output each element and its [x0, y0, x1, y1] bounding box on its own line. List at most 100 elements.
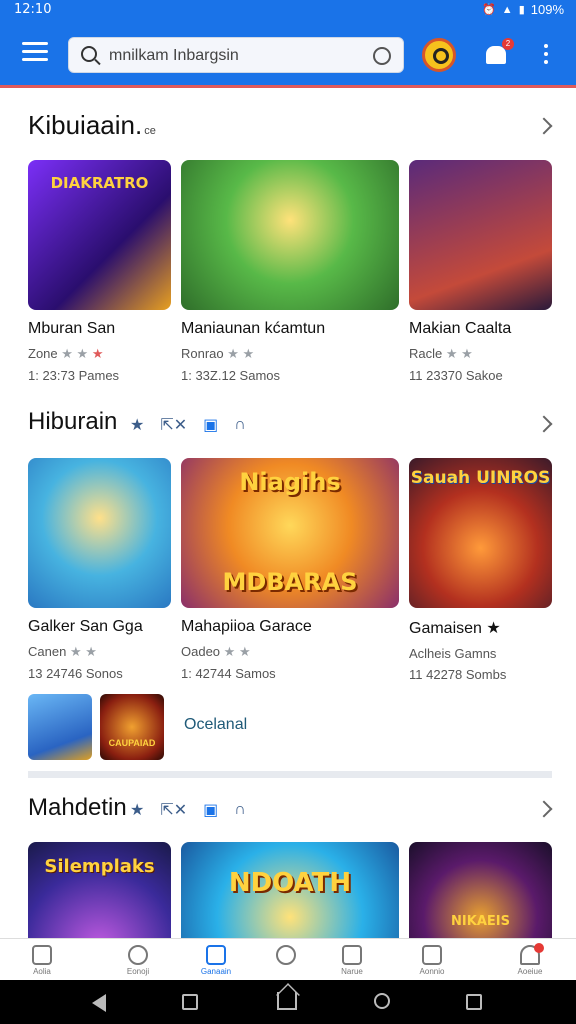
- recents-icon[interactable]: [182, 994, 198, 1010]
- back-icon[interactable]: [92, 994, 106, 1012]
- game-thumbnail: Sauah UINROS: [409, 458, 552, 608]
- game-title: Mburan San: [28, 320, 116, 337]
- game-thumbnail: DIAKRATRO: [28, 160, 171, 310]
- star-icon[interactable]: ★: [130, 800, 144, 820]
- notifications-button[interactable]: 2: [482, 38, 516, 72]
- star-icon: ★: [227, 346, 239, 361]
- nav-label: Aolia: [33, 967, 51, 976]
- game-title: Galker San Gga: [28, 618, 143, 635]
- game-stats: 1: 33Z.12 Samos: [181, 368, 280, 383]
- thumbnail-art-text: Niagihs: [239, 468, 341, 496]
- nav-news[interactable]: Aonnio: [402, 939, 462, 981]
- notification-badge: 2: [502, 38, 514, 50]
- status-bar: 12:10 ⏰ ▲ ▮ 109%: [0, 0, 576, 20]
- game-meta-text: Canen: [28, 644, 67, 659]
- game-meta-text: Ronrao: [181, 346, 224, 361]
- nav-label: Eonoji: [126, 967, 150, 976]
- compass-icon: [128, 945, 148, 965]
- headphones-icon[interactable]: ∩: [234, 801, 246, 819]
- star-icon: ★: [238, 644, 251, 659]
- section-title-1: Kibuiaain. ce: [28, 110, 156, 141]
- nav-label: Aoeiue: [517, 967, 543, 976]
- game-card[interactable]: Sauah UINROS Gamaisen ★ Aclheis Gamns 11…: [409, 458, 552, 682]
- menu-icon[interactable]: [22, 42, 48, 64]
- game-title: Mahapiioa Garace: [181, 618, 312, 635]
- signal-icon: ▮: [518, 4, 525, 16]
- search-bar[interactable]: mnilkam Inbargsin: [68, 37, 404, 73]
- game-meta: Oadeo ★ ★: [181, 644, 399, 660]
- bookmark-icon[interactable]: ▣: [203, 800, 218, 820]
- game-card[interactable]: Silemplaks: [28, 842, 171, 938]
- wifi-icon: ▲: [501, 3, 513, 16]
- nav-label: Aonnio: [419, 967, 445, 976]
- game-card[interactable]: DIAKRATRO Mburan San Zone ★ ★ ★ 1: 23:73…: [28, 160, 171, 383]
- game-stats: 11 42278 Sombs: [409, 667, 507, 682]
- section-filter-icons: ★ ⇱✕ ▣ ∩: [130, 800, 246, 820]
- lens-icon[interactable]: [422, 38, 456, 72]
- nav-chat[interactable]: [256, 939, 316, 981]
- game-thumbnail: NDOATH: [181, 842, 399, 938]
- section-title-3: Mahdetin: [28, 794, 127, 821]
- section-title-text: Kibuiaain.: [28, 110, 143, 140]
- search-icon[interactable]: [374, 993, 390, 1009]
- thumbnail-art-text: NIKAEIS: [451, 914, 510, 929]
- game-thumbnail: [409, 160, 552, 310]
- game-card[interactable]: NIKAEIS: [409, 842, 552, 938]
- game-card[interactable]: Niagihs MDBARAS Mahapiioa Garace Oadeo ★…: [181, 458, 399, 681]
- star-icon: ★: [61, 346, 73, 361]
- nav-home[interactable]: Aolia: [12, 939, 72, 981]
- see-more-link[interactable]: Ocelanal: [184, 716, 247, 734]
- game-card[interactable]: Makian Caalta Racle ★ ★ 11 23370 Sakoe: [409, 160, 552, 383]
- star-icon: ★: [486, 620, 501, 637]
- star-icon: ★: [461, 346, 473, 361]
- nav-explore[interactable]: Eonoji: [108, 939, 168, 981]
- game-meta: Racle ★ ★: [409, 346, 552, 362]
- thumbnail-art-text: Sauah UINROS: [410, 468, 551, 488]
- game-card[interactable]: NDOATH: [181, 842, 399, 938]
- nav-label: Narue: [341, 967, 363, 976]
- app-bar: mnilkam Inbargsin 2: [0, 20, 576, 88]
- share-icon[interactable]: ⇱✕: [160, 800, 187, 820]
- game-card[interactable]: Maniaunan kćamtun Ronrao ★ ★ 1: 33Z.12 S…: [181, 160, 399, 383]
- star-icon[interactable]: ★: [130, 415, 144, 435]
- section-divider: [28, 771, 552, 778]
- game-meta-text: Racle: [409, 346, 443, 361]
- game-meta-text: Zone: [28, 346, 58, 361]
- game-meta: Zone ★ ★ ★: [28, 346, 171, 362]
- mini-game-card[interactable]: CAUPAIAD: [100, 694, 164, 760]
- bookmark-icon[interactable]: ▣: [203, 415, 218, 435]
- share-icon[interactable]: ⇱✕: [160, 415, 187, 435]
- thumbnail-art-text: DIAKRATRO: [50, 174, 149, 192]
- star-icon: ★: [85, 644, 97, 659]
- nav-library[interactable]: Narue: [322, 939, 382, 981]
- battery-level: 109%: [530, 2, 564, 17]
- system-nav-bar: [0, 980, 576, 1024]
- nav-label: Ganaain: [200, 967, 232, 976]
- nav-alerts[interactable]: Aoeiue: [500, 939, 560, 981]
- search-input[interactable]: mnilkam Inbargsin: [109, 47, 239, 65]
- status-icons: ⏰ ▲ ▮ 109%: [482, 2, 564, 17]
- star-icon: ★: [445, 346, 458, 361]
- home-icon: [32, 945, 52, 965]
- game-title-text: Gamaisen: [409, 620, 482, 637]
- bottom-navigation: Aolia Eonoji Ganaain Narue Aonnio Aoeiue: [0, 938, 576, 980]
- game-meta: Canen ★ ★: [28, 644, 171, 660]
- nav-games[interactable]: Ganaain: [186, 939, 246, 981]
- game-meta-text: Oadeo: [181, 644, 221, 659]
- chevron-right-icon[interactable]: [535, 415, 553, 433]
- game-meta: Aclheis Gamns: [409, 646, 497, 661]
- star-icon: ★: [69, 644, 82, 659]
- voice-search-icon[interactable]: [373, 47, 391, 65]
- home-button-icon[interactable]: [277, 992, 297, 1010]
- chevron-right-icon[interactable]: [535, 117, 553, 135]
- chevron-right-icon[interactable]: [535, 800, 553, 818]
- thumbnail-art-text: Silemplaks: [44, 856, 155, 877]
- more-options-icon[interactable]: [544, 44, 550, 66]
- section-filter-icons: ★ ⇱✕ ▣ ∩: [130, 415, 246, 435]
- bag-icon: [342, 945, 362, 965]
- game-card[interactable]: Galker San Gga Canen ★ ★ 13 24746 Sonos: [28, 458, 171, 681]
- headphones-icon[interactable]: ∩: [234, 416, 246, 434]
- alert-badge: [534, 943, 544, 953]
- overview-icon[interactable]: [466, 994, 482, 1010]
- mini-game-card[interactable]: [28, 694, 92, 760]
